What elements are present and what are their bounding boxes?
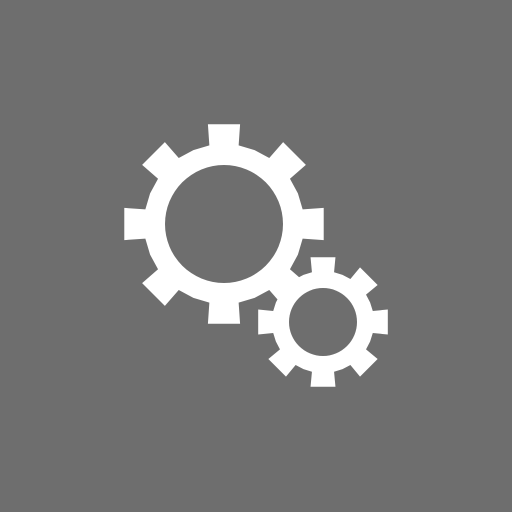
small-gear-hole — [289, 288, 357, 356]
icon-canvas — [0, 0, 512, 512]
gears-icon — [0, 0, 512, 512]
small-gear-icon — [258, 257, 388, 387]
large-gear-hole — [165, 165, 283, 283]
